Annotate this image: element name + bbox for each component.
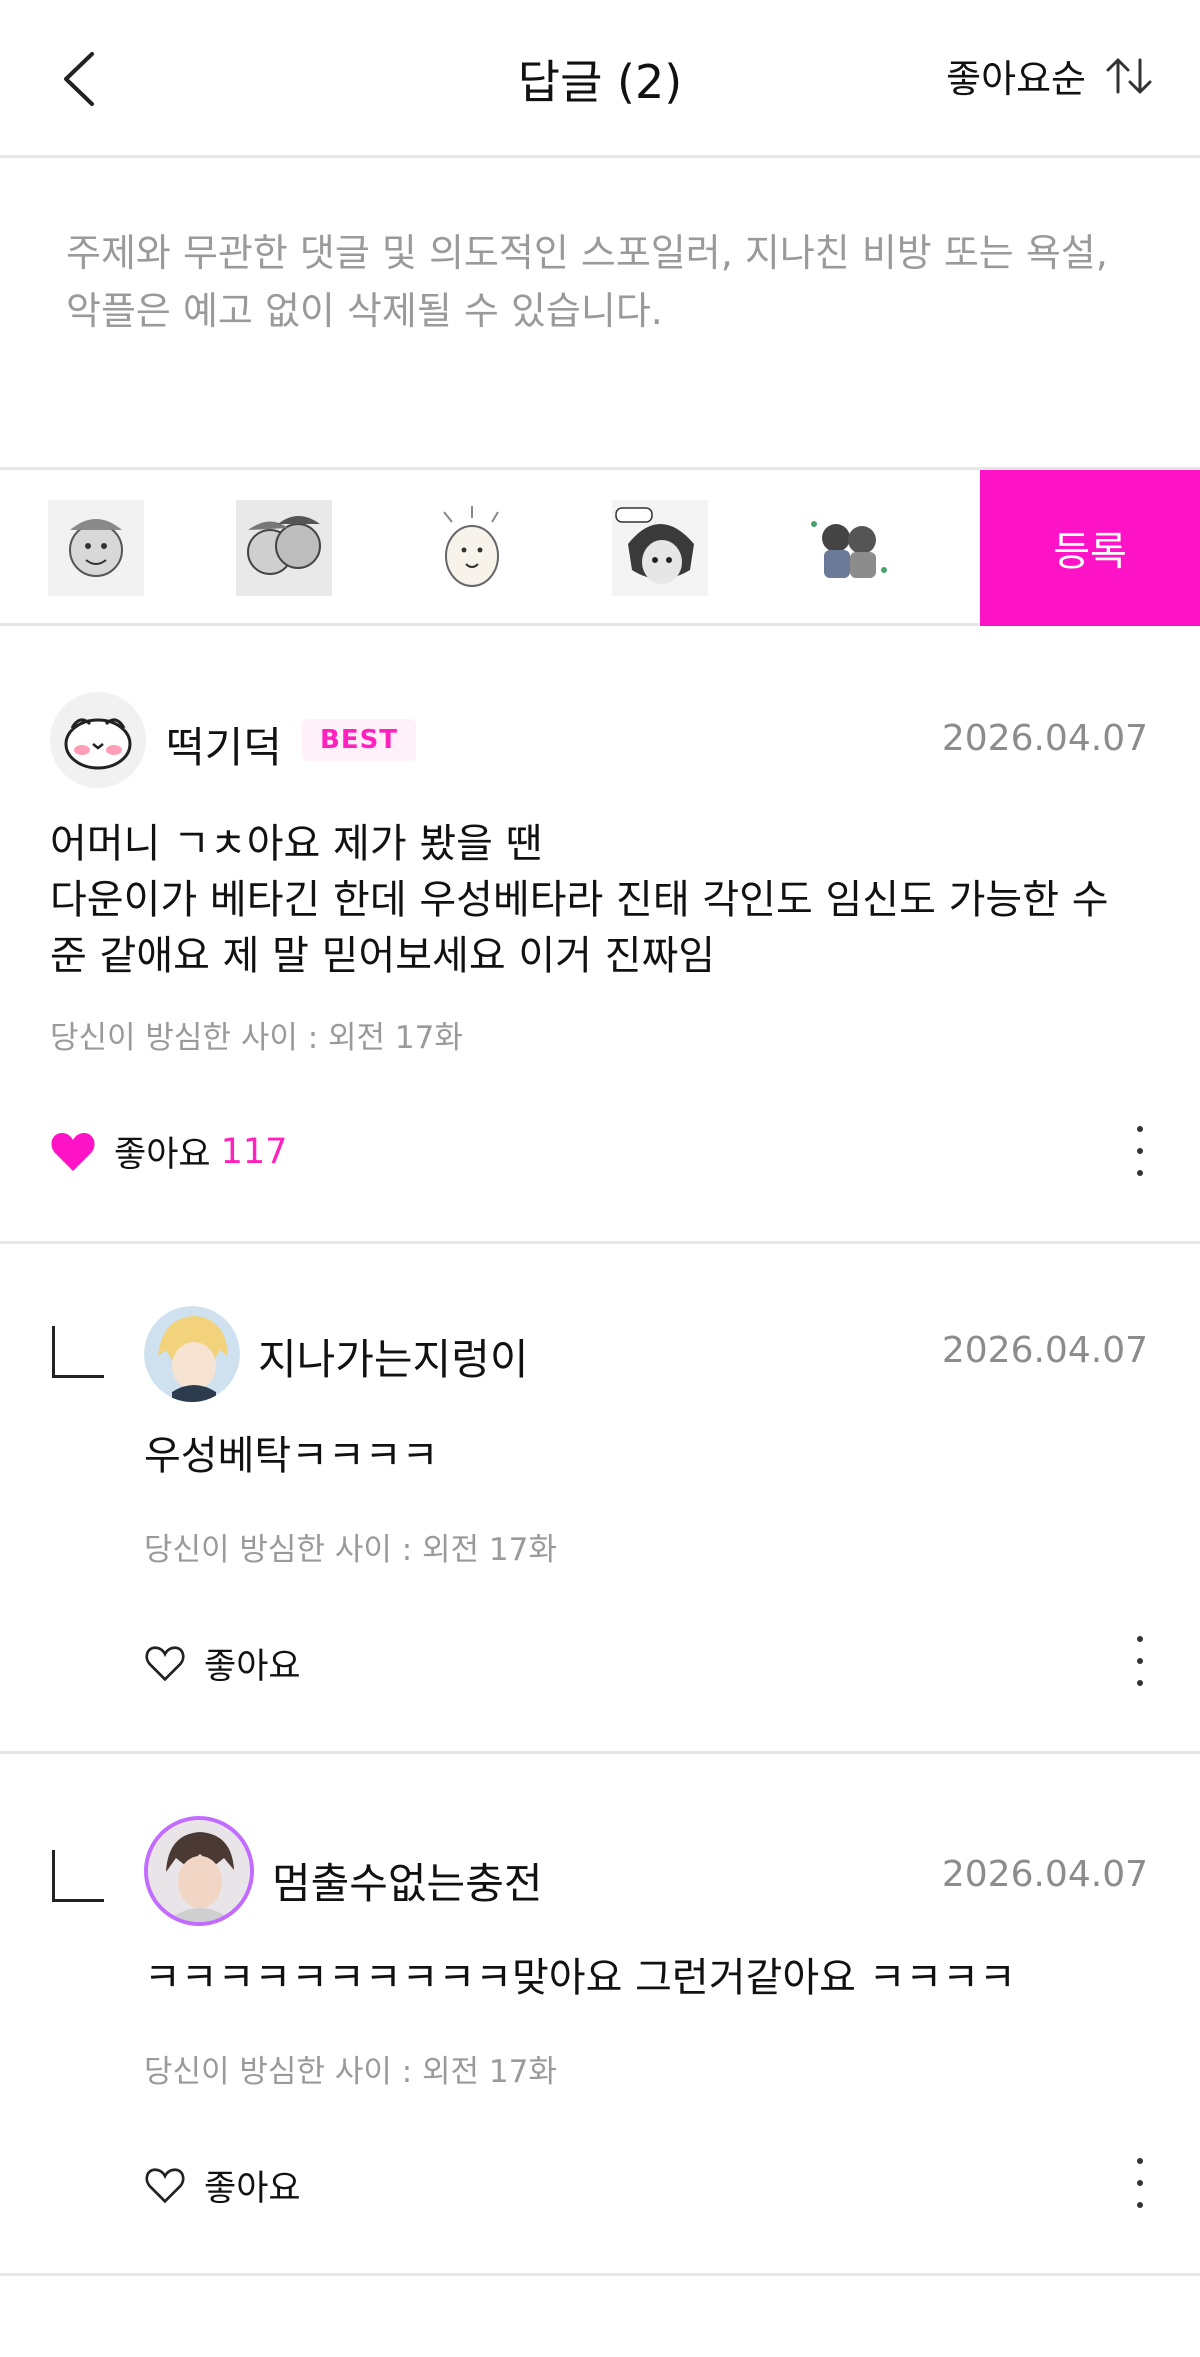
sticker-4-image: [612, 500, 708, 596]
more-dot-icon: [1137, 2180, 1143, 2186]
avatar-image: [148, 1820, 250, 1922]
reply-item: 지나가는지렁이 2026.04.07 우성베탁ㅋㅋㅋㅋ 당신이 방심한 사이 :…: [0, 1244, 1200, 1754]
more-dot-icon: [1137, 1680, 1143, 1686]
sticker-bar: 등록: [0, 470, 1200, 626]
comment-body: 우성베탁ㅋㅋㅋㅋ: [144, 1433, 439, 1479]
sticker-5[interactable]: [800, 500, 896, 596]
sticker-4[interactable]: [612, 500, 708, 596]
sticker-1[interactable]: [48, 500, 144, 596]
comment-body-line: 다운이가 베타긴 한데 우성베타라 진태 각인도 임신도 가능한 수: [50, 877, 1109, 923]
heart-outline-icon: [145, 1645, 185, 1681]
like-label: 좋아요: [204, 1647, 301, 1687]
avatar-image: [50, 692, 146, 788]
like-label: 좋아요: [114, 1135, 211, 1175]
sort-button[interactable]: 좋아요순: [946, 48, 1152, 103]
comment-input[interactable]: 주제와 무관한 댓글 및 의도적인 스포일러, 지나친 비방 또는 욕설, 악플…: [0, 158, 1200, 470]
more-options-button[interactable]: [1132, 1126, 1148, 1176]
avatar-image: [144, 1306, 240, 1402]
more-dot-icon: [1137, 1148, 1143, 1154]
submit-label: 등록: [1053, 529, 1127, 575]
more-options-button[interactable]: [1132, 2158, 1148, 2208]
heart-filled-icon: [51, 1132, 95, 1171]
like-count: 117: [220, 1131, 288, 1172]
more-dot-icon: [1137, 1658, 1143, 1664]
comment-body: ㅋㅋㅋㅋㅋㅋㅋㅋㅋㅋ맞아요 그런거같아요 ㅋㅋㅋㅋ: [144, 1955, 1016, 2001]
top-bar: 답글 (2) 좋아요순: [0, 0, 1200, 158]
comment-body-line: 어머니 ㄱㅊ아요 제가 봤을 땐: [50, 821, 543, 867]
like-label: 좋아요: [204, 2169, 301, 2209]
comment-author[interactable]: 지나가는지렁이: [258, 1326, 528, 1387]
best-badge: BEST: [302, 719, 417, 761]
like-button[interactable]: 좋아요: [144, 2160, 301, 2211]
sort-label: 좋아요순: [946, 57, 1086, 101]
more-dot-icon: [1137, 1170, 1143, 1176]
best-badge-label: BEST: [320, 725, 399, 755]
more-dot-icon: [1137, 2158, 1143, 2164]
more-dot-icon: [1137, 1636, 1143, 1642]
sticker-2[interactable]: [236, 500, 332, 596]
comment-author[interactable]: 멈출수없는충전: [272, 1850, 542, 1911]
sticker-3-image: [424, 500, 520, 596]
avatar[interactable]: [144, 1306, 240, 1402]
reply-item: 멈출수없는충전 2026.04.07 ㅋㅋㅋㅋㅋㅋㅋㅋㅋㅋ맞아요 그런거같아요 …: [0, 1754, 1200, 2276]
reply-indicator-icon: [52, 1326, 104, 1378]
comment-body-line: 준 같애요 제 말 믿어보세요 이거 진짜임: [50, 933, 716, 979]
comment-date: 2026.04.07: [941, 1330, 1148, 1371]
avatar[interactable]: [144, 1816, 254, 1926]
comment-author[interactable]: 떡기덕: [166, 714, 282, 775]
submit-button[interactable]: 등록: [980, 470, 1200, 626]
sticker-5-image: [800, 500, 896, 596]
episode-label: 당신이 방심한 사이 : 외전 17화: [50, 1020, 463, 1056]
sticker-1-image: [48, 500, 144, 596]
avatar[interactable]: [50, 692, 146, 788]
sticker-2-image: [236, 500, 332, 596]
more-options-button[interactable]: [1132, 1636, 1148, 1686]
sticker-list: [0, 470, 980, 626]
sticker-3[interactable]: [424, 500, 520, 596]
comment-input-placeholder: 주제와 무관한 댓글 및 의도적인 스포일러, 지나친 비방 또는 욕설, 악플…: [66, 231, 1108, 333]
like-button[interactable]: 좋아요 117: [50, 1126, 287, 1177]
comment-date: 2026.04.07: [941, 718, 1148, 759]
sort-arrows-icon: [1106, 58, 1152, 93]
reply-indicator-icon: [52, 1850, 104, 1902]
heart-outline-icon: [145, 2167, 185, 2203]
more-dot-icon: [1137, 2202, 1143, 2208]
episode-label: 당신이 방심한 사이 : 외전 17화: [144, 2054, 557, 2090]
like-button[interactable]: 좋아요: [144, 1638, 301, 1689]
more-dot-icon: [1137, 1126, 1143, 1132]
comment-item: 떡기덕 BEST 2026.04.07 어머니 ㄱㅊ아요 제가 봤을 땐 다운이…: [0, 626, 1200, 1244]
comment-body: 어머니 ㄱㅊ아요 제가 봤을 땐 다운이가 베타긴 한데 우성베타라 진태 각인…: [50, 816, 1160, 984]
episode-label: 당신이 방심한 사이 : 외전 17화: [144, 1532, 557, 1568]
comment-date: 2026.04.07: [941, 1854, 1148, 1895]
